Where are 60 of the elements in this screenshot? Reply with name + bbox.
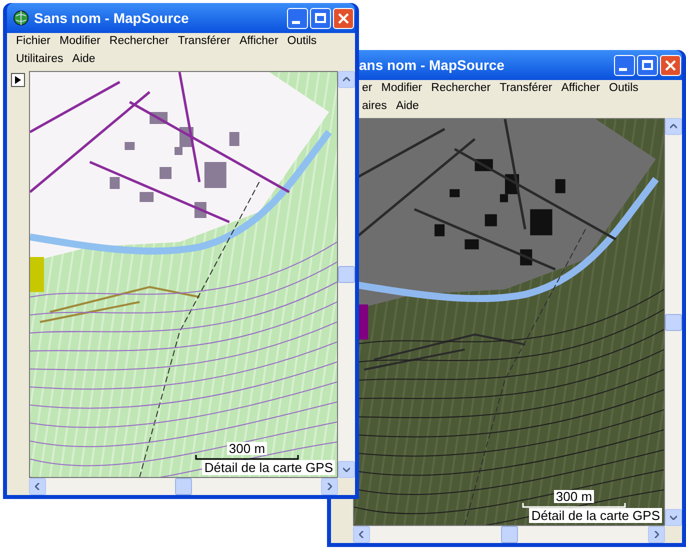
menu-item[interactable]: Afficher — [236, 33, 282, 51]
expand-button[interactable] — [11, 73, 25, 87]
chevron-up-icon — [670, 124, 677, 129]
menu-item[interactable]: Afficher — [558, 80, 603, 98]
scroll-right-button[interactable] — [321, 478, 338, 495]
horizontal-scrollbar[interactable] — [29, 478, 338, 495]
close-button[interactable] — [660, 54, 681, 76]
menu-item[interactable]: Rechercher — [428, 80, 494, 98]
scroll-down-button[interactable] — [665, 509, 682, 526]
menu-item[interactable]: er — [359, 80, 376, 98]
map-view[interactable]: 300 m Détail de la carte GPS — [353, 118, 665, 526]
scrollbar-thumb[interactable] — [665, 314, 682, 330]
scrollbar-thumb[interactable] — [338, 266, 355, 283]
close-icon — [338, 12, 349, 24]
chevron-left-icon — [359, 531, 364, 538]
horizontal-scrollbar[interactable] — [353, 526, 665, 543]
menu-item[interactable]: Modifier — [378, 80, 426, 98]
chevron-up-icon — [343, 77, 350, 82]
chevron-down-icon — [670, 515, 677, 520]
scale-label: 300 m — [226, 442, 268, 455]
maximize-button[interactable] — [310, 8, 331, 28]
scroll-up-button[interactable] — [665, 118, 682, 135]
menu-item[interactable]: Outils — [284, 33, 320, 51]
map-view[interactable]: 300 m Détail de la carte GPS — [29, 71, 338, 478]
chevron-right-icon — [327, 483, 332, 490]
menu-item[interactable]: aires — [359, 98, 390, 116]
map-caption: Détail de la carte GPS — [529, 508, 662, 523]
menu-item[interactable]: Transférer — [174, 33, 234, 51]
chevron-down-icon — [343, 467, 350, 472]
menu-item[interactable]: Modifier — [56, 33, 104, 51]
scroll-up-button[interactable] — [338, 71, 355, 88]
menu-item[interactable]: Transférer — [496, 80, 556, 98]
scroll-left-button[interactable] — [353, 526, 370, 543]
map-caption: Détail de la carte GPS — [202, 460, 335, 475]
window-title: Sans nom - MapSource — [34, 8, 190, 28]
menu-item[interactable]: Rechercher — [106, 33, 172, 51]
menu-item[interactable]: Aide — [69, 51, 98, 69]
chevron-right-icon — [654, 531, 659, 538]
scale-bar-icon — [522, 503, 626, 508]
triangle-right-icon — [15, 76, 21, 84]
close-button[interactable] — [333, 8, 354, 28]
scrollbar-thumb[interactable] — [500, 526, 518, 543]
menu-item[interactable]: Aide — [392, 98, 422, 116]
minimize-button[interactable] — [287, 8, 308, 28]
maximize-button[interactable] — [637, 54, 658, 76]
menu-item[interactable]: Fichier — [13, 33, 54, 51]
close-icon — [665, 60, 676, 70]
vertical-scrollbar[interactable] — [665, 118, 682, 526]
scroll-down-button[interactable] — [338, 461, 355, 478]
scrollbar-thumb[interactable] — [175, 478, 192, 495]
vertical-scrollbar[interactable] — [338, 71, 355, 478]
scroll-right-button[interactable] — [648, 526, 665, 543]
scroll-left-button[interactable] — [29, 478, 46, 495]
scale-bar-icon — [195, 455, 299, 460]
window-title: ans nom - MapSource — [359, 56, 506, 75]
menu-item[interactable]: Utilitaires — [13, 51, 66, 69]
minimize-button[interactable] — [614, 54, 635, 76]
scale-label: 300 m — [554, 490, 594, 503]
chevron-left-icon — [35, 483, 40, 490]
menu-item[interactable]: Outils — [606, 80, 642, 98]
